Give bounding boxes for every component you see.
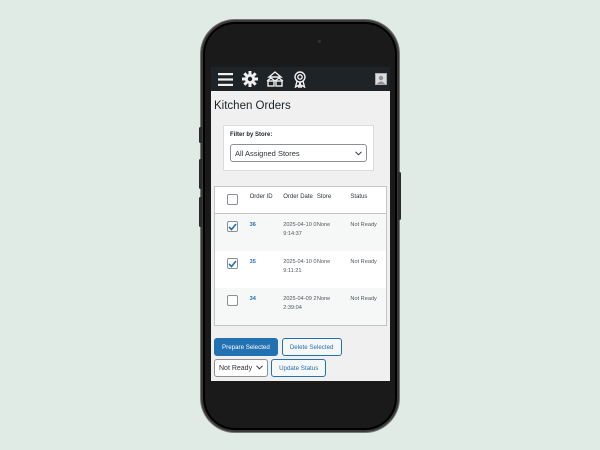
chevron-down-icon	[355, 149, 362, 158]
prepare-selected-button[interactable]: Prepare Selected	[214, 338, 278, 356]
header-order-id[interactable]: Order ID	[250, 187, 284, 213]
row-checkbox[interactable]	[226, 295, 238, 306]
page-title: Kitchen Orders	[214, 100, 291, 112]
order-store: None	[316, 259, 331, 265]
store-filter-panel: Filter by Store: All Assigned Stores	[223, 125, 374, 171]
table-row: 36 2025-04-10 09:14:37 None Not Ready	[215, 214, 386, 251]
checkmark-icon	[228, 222, 237, 231]
order-status: Not Ready	[350, 259, 377, 265]
status-select[interactable]: Not Ready	[214, 359, 269, 377]
store-filter-select[interactable]: All Assigned Stores	[230, 144, 367, 162]
status-select-value: Not Ready	[219, 364, 253, 372]
order-date: 2025-04-09 22:39:04	[283, 296, 317, 311]
header-store: Store	[316, 194, 332, 200]
order-status: Not Ready	[350, 296, 377, 302]
phone-volume-up	[199, 159, 202, 189]
orders-table: Order ID Order Date Store Status 36 2025…	[214, 186, 387, 326]
award-icon[interactable]	[289, 69, 311, 89]
header-status: Status	[350, 194, 368, 200]
bulk-actions: Prepare Selected Delete Selected	[214, 338, 390, 356]
menu-icon[interactable]	[214, 69, 236, 89]
gear-icon[interactable]	[239, 69, 261, 89]
order-status: Not Ready	[350, 222, 377, 228]
filter-label: Filter by Store:	[230, 132, 273, 138]
order-id-link[interactable]: 35	[250, 251, 284, 288]
stores-icon[interactable]	[264, 69, 286, 89]
phone-mute-switch	[199, 127, 202, 143]
store-filter-value: All Assigned Stores	[235, 148, 300, 158]
app-screen: Kitchen Orders Filter by Store: All Assi…	[211, 67, 390, 381]
admin-topbar	[211, 67, 390, 91]
order-store: None	[316, 222, 331, 228]
update-status-button[interactable]: Update Status	[271, 359, 327, 377]
select-all-checkbox[interactable]	[226, 194, 238, 205]
checkmark-icon	[228, 259, 237, 268]
header-order-date[interactable]: Order Date	[283, 187, 317, 213]
table-header: Order ID Order Date Store Status	[215, 187, 386, 214]
user-avatar-icon[interactable]	[375, 73, 387, 85]
chevron-down-icon	[256, 364, 263, 372]
order-date: 2025-04-10 09:14:37	[283, 222, 317, 237]
order-id-link[interactable]: 36	[250, 214, 284, 251]
order-store: None	[316, 296, 331, 302]
front-camera	[318, 40, 321, 43]
row-checkbox[interactable]	[226, 258, 238, 269]
table-row: 34 2025-04-09 22:39:04 None Not Ready	[215, 288, 386, 325]
delete-selected-button[interactable]: Delete Selected	[281, 338, 342, 356]
phone-power-button	[398, 172, 401, 220]
table-row: 35 2025-04-10 09:11:21 None Not Ready	[215, 251, 386, 288]
order-id-link[interactable]: 34	[250, 288, 284, 325]
row-checkbox[interactable]	[226, 221, 238, 232]
status-actions: Not Ready Update Status	[214, 359, 390, 377]
order-date: 2025-04-10 09:11:21	[283, 259, 317, 274]
phone-volume-down	[199, 197, 202, 227]
